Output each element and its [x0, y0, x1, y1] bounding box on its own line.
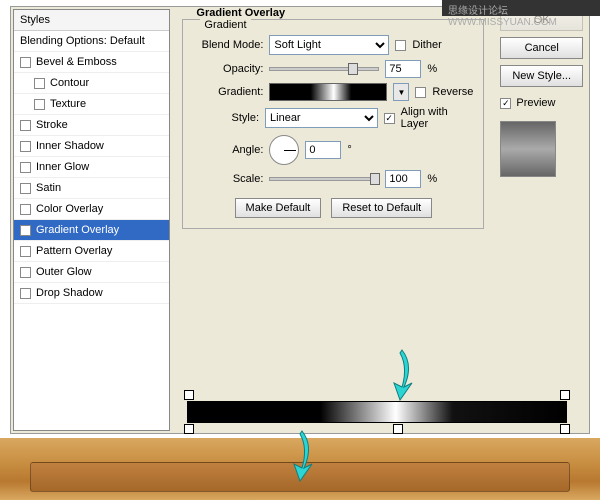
color-stop[interactable]: [184, 424, 194, 434]
percent-label: %: [427, 63, 437, 75]
style-checkbox[interactable]: [34, 78, 45, 89]
scale-label: Scale:: [193, 173, 263, 185]
style-label: Outer Glow: [36, 266, 92, 278]
style-label: Drop Shadow: [36, 287, 103, 299]
style-checkbox[interactable]: [34, 99, 45, 110]
gradient-editor: [187, 401, 567, 423]
blending-options-row[interactable]: Blending Options: Default: [14, 31, 169, 52]
style-checkbox[interactable]: [20, 141, 31, 152]
style-checkbox[interactable]: [20, 267, 31, 278]
style-item[interactable]: Satin: [14, 178, 169, 199]
style-label: Pattern Overlay: [36, 245, 112, 257]
style-checkbox[interactable]: [20, 204, 31, 215]
gradient-preview[interactable]: [269, 83, 387, 101]
style-label: Inner Shadow: [36, 140, 104, 152]
gradient-dropdown-icon[interactable]: ▼: [393, 83, 409, 101]
style-checkbox[interactable]: [20, 288, 31, 299]
align-checkbox[interactable]: ✓: [384, 113, 395, 124]
opacity-label: Opacity:: [193, 63, 263, 75]
gradient-label: Gradient:: [193, 86, 263, 98]
style-item[interactable]: Inner Glow: [14, 157, 169, 178]
wood-background: [0, 438, 600, 500]
style-label: Texture: [50, 98, 86, 110]
style-select[interactable]: Linear: [265, 108, 378, 128]
angle-input[interactable]: [305, 141, 341, 159]
layer-style-dialog: Styles Blending Options: Default Bevel &…: [10, 6, 590, 434]
opacity-input[interactable]: [385, 60, 421, 78]
percent-label-2: %: [427, 173, 437, 185]
styles-list-panel: Styles Blending Options: Default Bevel &…: [13, 9, 170, 431]
style-label: Bevel & Emboss: [36, 56, 117, 68]
scale-slider[interactable]: [269, 177, 379, 181]
blend-mode-select[interactable]: Soft Light: [269, 35, 389, 55]
group-title: Gradient Overlay: [192, 7, 289, 19]
align-label: Align with Layer: [401, 106, 474, 130]
preview-checkbox[interactable]: ✓: [500, 98, 511, 109]
arrow-annotation-icon: [282, 426, 322, 486]
angle-label: Angle:: [193, 144, 263, 156]
color-stop[interactable]: [560, 424, 570, 434]
make-default-button[interactable]: Make Default: [235, 198, 322, 218]
style-item[interactable]: Inner Shadow: [14, 136, 169, 157]
style-item[interactable]: Bevel & Emboss: [14, 52, 169, 73]
arrow-annotation-icon: [382, 345, 422, 405]
style-checkbox[interactable]: [20, 162, 31, 173]
settings-panel: Gradient Overlay Gradient Blend Mode: So…: [172, 7, 494, 433]
dither-label: Dither: [412, 39, 441, 51]
style-checkbox[interactable]: [20, 57, 31, 68]
style-checkbox[interactable]: [20, 246, 31, 257]
style-item[interactable]: Contour: [14, 73, 169, 94]
style-checkbox[interactable]: ✓: [20, 225, 31, 236]
new-style-button[interactable]: New Style...: [500, 65, 583, 87]
sub-title: Gradient: [200, 19, 250, 31]
style-label: Style:: [193, 112, 259, 124]
scale-input[interactable]: [385, 170, 421, 188]
reset-default-button[interactable]: Reset to Default: [331, 198, 432, 218]
dither-checkbox[interactable]: [395, 40, 406, 51]
preview-thumbnail: [500, 121, 556, 177]
style-item[interactable]: Pattern Overlay: [14, 241, 169, 262]
style-item[interactable]: Color Overlay: [14, 199, 169, 220]
gradient-bar[interactable]: [187, 401, 567, 423]
angle-control[interactable]: [269, 135, 299, 165]
gradient-group: Gradient Blend Mode: Soft Light Dither O…: [182, 19, 484, 229]
style-label: Inner Glow: [36, 161, 89, 173]
style-label: Color Overlay: [36, 203, 103, 215]
style-checkbox[interactable]: [20, 120, 31, 131]
preview-label: Preview: [516, 97, 555, 109]
reverse-checkbox[interactable]: [415, 87, 426, 98]
styles-header[interactable]: Styles: [14, 10, 169, 31]
action-panel: OK Cancel New Style... ✓ Preview: [494, 7, 589, 433]
opacity-stop[interactable]: [560, 390, 570, 400]
cancel-button[interactable]: Cancel: [500, 37, 583, 59]
style-label: Satin: [36, 182, 61, 194]
style-label: Contour: [50, 77, 89, 89]
style-checkbox[interactable]: [20, 183, 31, 194]
style-label: Gradient Overlay: [36, 224, 119, 236]
style-item[interactable]: Stroke: [14, 115, 169, 136]
reverse-label: Reverse: [432, 86, 473, 98]
style-item[interactable]: ✓ Gradient Overlay: [14, 220, 169, 241]
style-item[interactable]: Outer Glow: [14, 262, 169, 283]
style-label: Stroke: [36, 119, 68, 131]
color-stop[interactable]: [393, 424, 403, 434]
opacity-slider[interactable]: [269, 67, 379, 71]
degree-label: °: [347, 144, 351, 156]
blend-mode-label: Blend Mode:: [193, 39, 263, 51]
opacity-stop[interactable]: [184, 390, 194, 400]
style-item[interactable]: Texture: [14, 94, 169, 115]
watermark: 思缘设计论坛 WWW.MISSYUAN.COM: [442, 0, 600, 16]
style-item[interactable]: Drop Shadow: [14, 283, 169, 304]
